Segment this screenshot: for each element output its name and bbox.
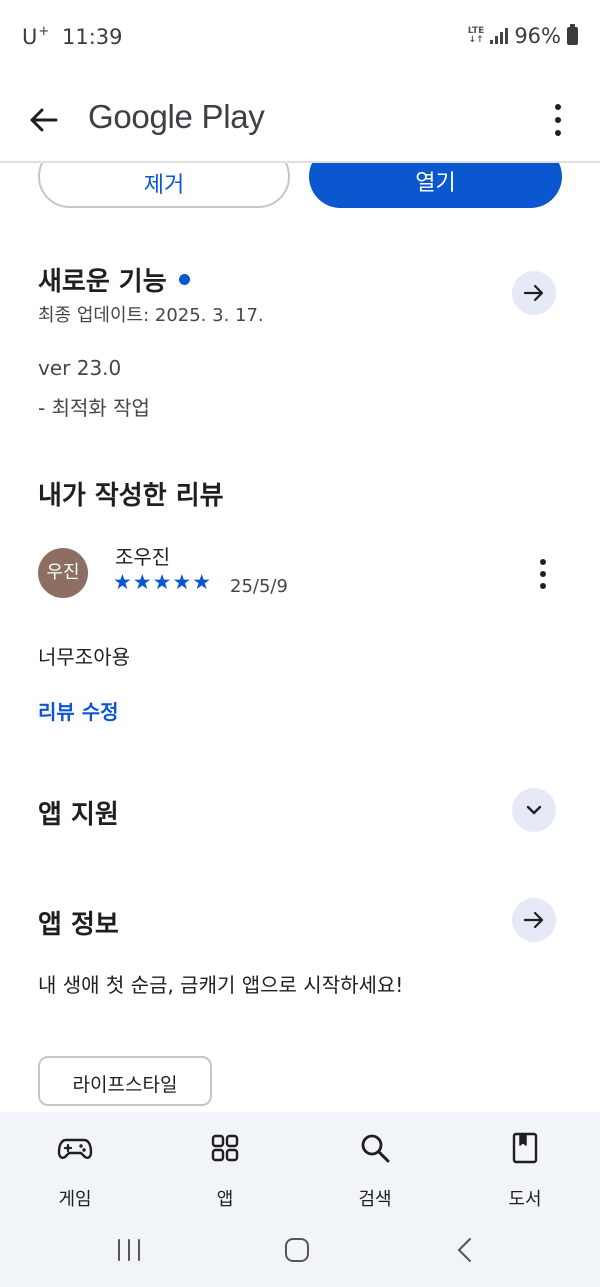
nav-item-games[interactable]: 게임 — [25, 1130, 125, 1211]
battery-icon — [567, 24, 578, 45]
avatar: 우진 — [38, 548, 88, 598]
search-icon — [361, 1134, 390, 1163]
recent-apps-icon[interactable] — [114, 1238, 144, 1262]
arrow-back-icon — [30, 108, 58, 132]
review-text: 너무조아용 — [38, 645, 130, 669]
new-indicator-dot — [178, 274, 190, 285]
arrow-forward-icon — [523, 284, 544, 302]
version-note: - 최적화 작업 — [38, 396, 150, 420]
app-title: Google Play — [88, 98, 265, 135]
status-left: U+ 11:39 — [22, 24, 123, 49]
my-review-title: 내가 작성한 리뷰 — [38, 481, 224, 511]
carrier-sup: + — [38, 24, 50, 39]
star-rating: ★★★★★ — [113, 570, 213, 594]
lte-icon: LTE ↓↑ — [468, 27, 485, 45]
carrier: U — [22, 25, 38, 49]
app-info-arrow-button[interactable] — [512, 898, 556, 942]
whats-new-title-text: 새로운 기능 — [38, 267, 167, 297]
arrow-forward-icon — [523, 911, 544, 929]
review-more-button[interactable] — [531, 559, 555, 589]
nav-item-apps[interactable]: 앱 — [175, 1130, 275, 1211]
apps-grid-icon — [211, 1134, 239, 1162]
category-chip[interactable]: 라이프스타일 — [38, 1056, 212, 1106]
app-description: 내 생애 첫 순금, 금캐기 앱으로 시작하세요! — [38, 973, 404, 997]
signal-icon — [490, 28, 509, 44]
whats-new-title: 새로운 기능 — [38, 261, 190, 298]
edit-review-link[interactable]: 리뷰 수정 — [38, 696, 119, 725]
nav-label-books: 도서 — [508, 1189, 542, 1210]
gamepad-icon — [57, 1138, 93, 1159]
more-vert-icon — [540, 559, 546, 589]
bottom-nav: 게임 앱 검색 도서 — [0, 1112, 600, 1287]
more-vert-icon — [555, 104, 561, 136]
last-updated: 최종 업데이트: 2025. 3. 17. — [38, 305, 264, 326]
book-icon — [512, 1132, 538, 1164]
whats-new-arrow-button[interactable] — [512, 271, 556, 315]
version-text: ver 23.0 — [38, 356, 122, 380]
home-icon[interactable] — [283, 1237, 311, 1263]
clock: 11:39 — [61, 25, 123, 49]
app-support-title[interactable]: 앱 지원 — [38, 794, 119, 831]
nav-item-search[interactable]: 검색 — [325, 1130, 425, 1211]
status-right: LTE ↓↑ 96% — [468, 24, 578, 48]
system-nav-bar — [0, 1230, 600, 1270]
reviewer-name: 조우진 — [115, 545, 171, 569]
app-support-expand-button[interactable] — [512, 788, 556, 832]
chevron-down-icon — [526, 805, 542, 815]
back-icon[interactable] — [455, 1237, 475, 1263]
network-activity: ↓↑ — [468, 35, 484, 45]
app-bar: Google Play — [0, 76, 600, 163]
nav-label-games: 게임 — [58, 1189, 92, 1210]
app-info-title[interactable]: 앱 정보 — [38, 904, 119, 941]
battery-percent: 96% — [514, 24, 561, 48]
nav-item-books[interactable]: 도서 — [475, 1130, 575, 1211]
nav-label-apps: 앱 — [216, 1189, 234, 1210]
more-options-button[interactable] — [546, 104, 570, 136]
status-bar: U+ 11:39 LTE ↓↑ 96% — [0, 0, 600, 76]
back-button[interactable] — [26, 102, 62, 138]
review-date: 25/5/9 — [230, 576, 288, 597]
nav-label-search: 검색 — [358, 1189, 392, 1210]
